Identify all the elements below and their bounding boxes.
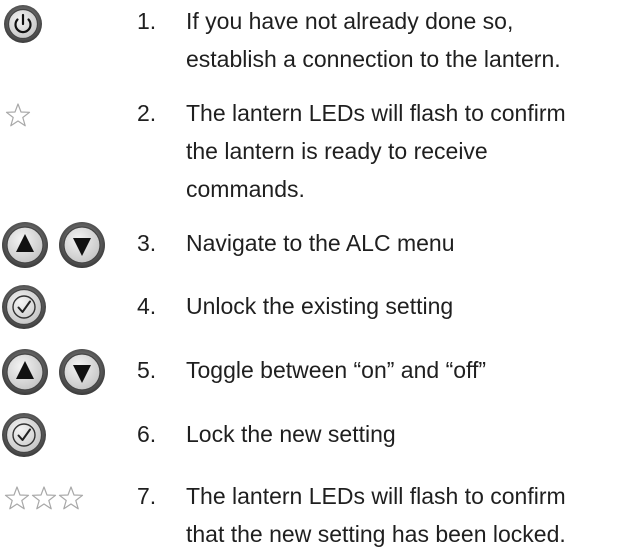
step-text: The lantern LEDs will flash to confirm t…: [186, 483, 566, 547]
step-text: If you have not already done so, establi…: [186, 8, 561, 72]
step-text: Toggle between “on” and “off”: [186, 357, 487, 383]
up-arrow-button-icon: [2, 349, 48, 395]
step-text: Navigate to the ALC menu: [186, 230, 455, 256]
up-down-buttons-icon: [0, 349, 120, 399]
star-icon: [31, 486, 57, 510]
check-button-icon: [2, 285, 46, 329]
step-number: 4.: [137, 293, 157, 319]
star-icon: [4, 486, 30, 510]
step-number: 6.: [137, 421, 157, 447]
power-button-icon: [4, 5, 42, 43]
step-number: 3.: [137, 230, 157, 256]
step-number: 5.: [137, 357, 157, 383]
up-arrow-button-icon: [2, 222, 48, 268]
step-text: The lantern LEDs will flash to confirm t…: [186, 100, 566, 202]
step-number: 2.: [137, 100, 157, 126]
star-icon: [5, 103, 31, 127]
step-number: 1.: [137, 8, 157, 34]
step-text: Lock the new setting: [186, 421, 396, 447]
step-text: Unlock the existing setting: [186, 293, 454, 319]
down-arrow-button-icon: [59, 349, 105, 395]
up-down-buttons-icon: [0, 222, 120, 272]
three-stars-icon: [0, 477, 120, 525]
check-button-icon: [2, 413, 46, 457]
down-arrow-button-icon: [59, 222, 105, 268]
step-number: 7.: [137, 483, 157, 509]
star-icon: [58, 486, 84, 510]
